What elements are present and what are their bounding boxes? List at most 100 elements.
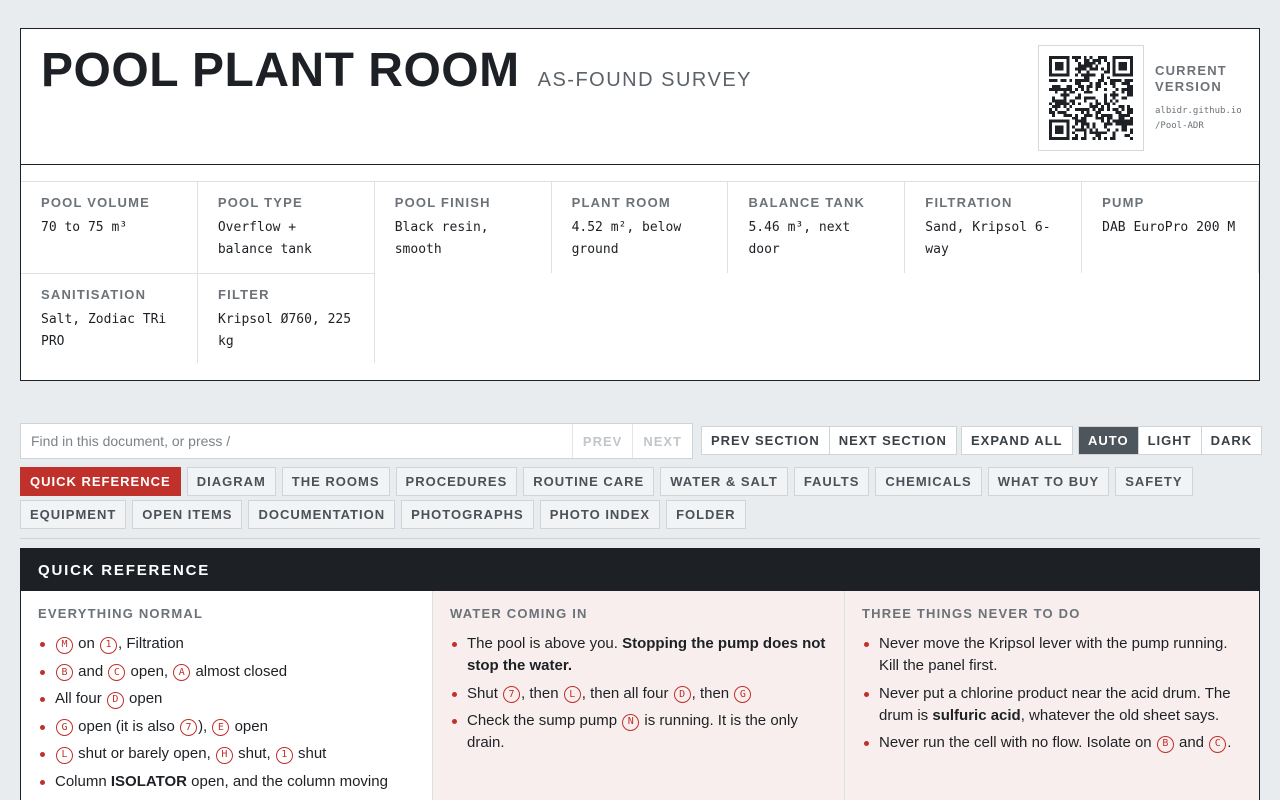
key-facts-grid: POOL VOLUME 70 to 75 m³ POOL TYPE Overflow… xyxy=(21,181,1260,363)
item-text: Check the sump pump xyxy=(467,712,618,729)
water-coming-in-column: WATER COMING IN The pool is above you. S… xyxy=(433,591,845,800)
list-item: Check the sump pump N is running. It is … xyxy=(450,710,828,754)
current-version-label: CURRENT VERSION xyxy=(1155,63,1227,94)
tabs-divider xyxy=(20,538,1260,539)
find-next-button[interactable]: NEXT xyxy=(632,424,692,458)
fact-value: 5.46 m³, next door xyxy=(748,220,851,257)
tab-safety[interactable]: SAFETY xyxy=(1115,467,1193,496)
tab-the-rooms[interactable]: THE ROOMS xyxy=(281,467,390,496)
fact-filter: FILTER Kripsol Ø760, 225 kg xyxy=(198,273,375,363)
qr-code-image xyxy=(1049,56,1133,140)
tab-what-to-buy[interactable]: WHAT TO BUY xyxy=(987,467,1110,496)
tab-quick-reference[interactable]: QUICK REFERENCE xyxy=(20,467,181,496)
column-title: WATER COMING IN xyxy=(450,606,588,621)
theme-dark-button[interactable]: DARK xyxy=(1201,427,1262,454)
fact-label: FILTRATION xyxy=(925,195,1013,210)
search-input[interactable] xyxy=(21,424,572,458)
column-title: EVERYTHING NORMAL xyxy=(38,606,204,621)
tab-open-items[interactable]: OPEN ITEMS xyxy=(132,500,243,529)
fact-label: BALANCE TANK xyxy=(748,195,866,210)
valve-tag: E xyxy=(212,719,230,736)
fact-label: PUMP xyxy=(1102,195,1145,210)
list-item: Never move the Kripsol lever with the pu… xyxy=(862,633,1243,677)
item-text: Shut xyxy=(467,684,498,702)
section-tabs-row-2: EQUIPMENT OPEN ITEMS DOCUMENTATION PHOTOGRA… xyxy=(20,500,1260,529)
valve-tag: L xyxy=(56,746,73,764)
find-prev-button[interactable]: PREV xyxy=(571,424,633,458)
prev-section-button[interactable]: PREV SECTION xyxy=(702,427,830,454)
version-url-line-2: /Pool-ADR xyxy=(1155,121,1204,131)
facts-row-2: SANITISATION Salt, Zodiac TRi PRO FILTER K… xyxy=(21,273,1259,363)
tab-photographs[interactable]: PHOTOGRAPHS xyxy=(401,500,534,529)
never-do-list: Never move the Kripsol lever with the pu… xyxy=(862,633,1243,754)
page-title: POOL PLANT ROOM xyxy=(41,44,520,97)
item-text: and xyxy=(1179,734,1205,751)
quick-reference-heading[interactable]: QUICK REFERENCE xyxy=(21,549,1259,591)
tab-faults[interactable]: FAULTS xyxy=(793,467,870,496)
item-text: on xyxy=(78,635,95,652)
fact-value: 70 to 75 m³ xyxy=(41,220,128,235)
item-text: All four xyxy=(55,690,102,707)
quick-reference-columns: EVERYTHING NORMAL M on 1, Filtration B a… xyxy=(21,591,1259,800)
version-url-line-1: albidr.github.io xyxy=(1155,106,1242,116)
fact-pool-volume: POOL VOLUME 70 to 75 m³ xyxy=(21,181,198,273)
fact-label: POOL VOLUME xyxy=(41,195,151,210)
theme-light-button[interactable]: LIGHT xyxy=(1138,427,1202,454)
expand-all-button[interactable]: EXPAND ALL xyxy=(962,427,1072,454)
item-text: Column xyxy=(55,772,107,790)
tab-equipment[interactable]: EQUIPMENT xyxy=(20,500,127,529)
current-version-url[interactable]: albidr.github.io /Pool-ADR xyxy=(1155,104,1245,134)
item-text: shut, xyxy=(238,745,271,762)
item-text: shut or barely open, xyxy=(78,745,211,762)
tab-documentation[interactable]: DOCUMENTATION xyxy=(248,500,396,529)
item-text: Never move the Kripsol lever with the pu… xyxy=(879,635,1228,674)
list-item: L shut or barely open, H shut, 1 shut xyxy=(38,743,416,765)
item-text: open xyxy=(129,690,163,707)
list-item: Column ISOLATOR open, and the column mov… xyxy=(38,771,416,793)
tab-water-salt[interactable]: WATER & SALT xyxy=(660,467,788,496)
valve-tag: D xyxy=(673,686,691,703)
fact-label: PLANT ROOM xyxy=(571,195,671,210)
section-tabs-row-1: QUICK REFERENCE DIAGRAM THE ROOMS PROCEDURE… xyxy=(20,467,1260,496)
item-text: , then all four xyxy=(581,684,669,702)
tab-chemicals[interactable]: CHEMICALS xyxy=(875,467,982,496)
item-text: shut xyxy=(297,745,327,762)
page-subtitle: AS-FOUND SURVEY xyxy=(537,69,753,91)
never-do-column: THREE THINGS NEVER TO DO Never move the … xyxy=(845,591,1259,800)
valve-tag: A xyxy=(173,664,191,681)
valve-tag: C xyxy=(1209,735,1227,753)
list-item: Shut 7, then L, then all four D, then G xyxy=(450,683,828,705)
expand-group: EXPAND ALL xyxy=(961,426,1073,455)
header-divider xyxy=(21,164,1259,165)
item-text: open, and the column moving xyxy=(191,772,388,790)
next-section-button[interactable]: NEXT SECTION xyxy=(829,427,956,454)
fact-filtration: FILTRATION Sand, Kripsol 6-way xyxy=(905,181,1083,273)
fact-label: POOL TYPE xyxy=(217,195,303,210)
theme-auto-button[interactable]: AUTO xyxy=(1079,427,1139,454)
qr-code[interactable] xyxy=(1038,45,1144,151)
fact-pool-type: POOL TYPE Overflow + balance tank xyxy=(197,181,375,273)
item-text: , then xyxy=(521,684,559,702)
column-title: THREE THINGS NEVER TO DO xyxy=(862,606,1081,621)
item-emphasis: ISOLATOR xyxy=(110,772,187,790)
tab-procedures[interactable]: PROCEDURES xyxy=(395,467,518,496)
item-text: The pool is above you. xyxy=(467,635,618,652)
find-bar: PREV NEXT xyxy=(20,423,693,459)
fact-label: FILTER xyxy=(218,287,270,302)
list-item: M on 1, Filtration xyxy=(38,633,416,655)
tab-photo-index[interactable]: PHOTO INDEX xyxy=(539,500,661,529)
fact-balance-tank: BALANCE TANK 5.46 m³, next door xyxy=(728,181,906,273)
fact-value: DAB EuroPro 200 M xyxy=(1102,220,1236,235)
facts-row-1: POOL VOLUME 70 to 75 m³ POOL TYPE Overflow… xyxy=(21,181,1260,273)
item-emphasis: sulfuric acid xyxy=(932,706,1021,724)
tab-folder[interactable]: FOLDER xyxy=(666,500,746,529)
tab-routine-care[interactable]: ROUTINE CARE xyxy=(523,467,655,496)
fact-pump: PUMP DAB EuroPro 200 M xyxy=(1082,181,1260,273)
item-text: open xyxy=(234,717,268,735)
valve-tag: N xyxy=(622,713,640,731)
item-text: , whatever the old sheet says. xyxy=(1020,706,1220,724)
fact-value: Black resin, smooth xyxy=(394,220,489,257)
tab-diagram[interactable]: DIAGRAM xyxy=(186,467,276,496)
fact-sanitisation: SANITISATION Salt, Zodiac TRi PRO xyxy=(21,273,198,363)
item-text: , then xyxy=(691,684,730,702)
